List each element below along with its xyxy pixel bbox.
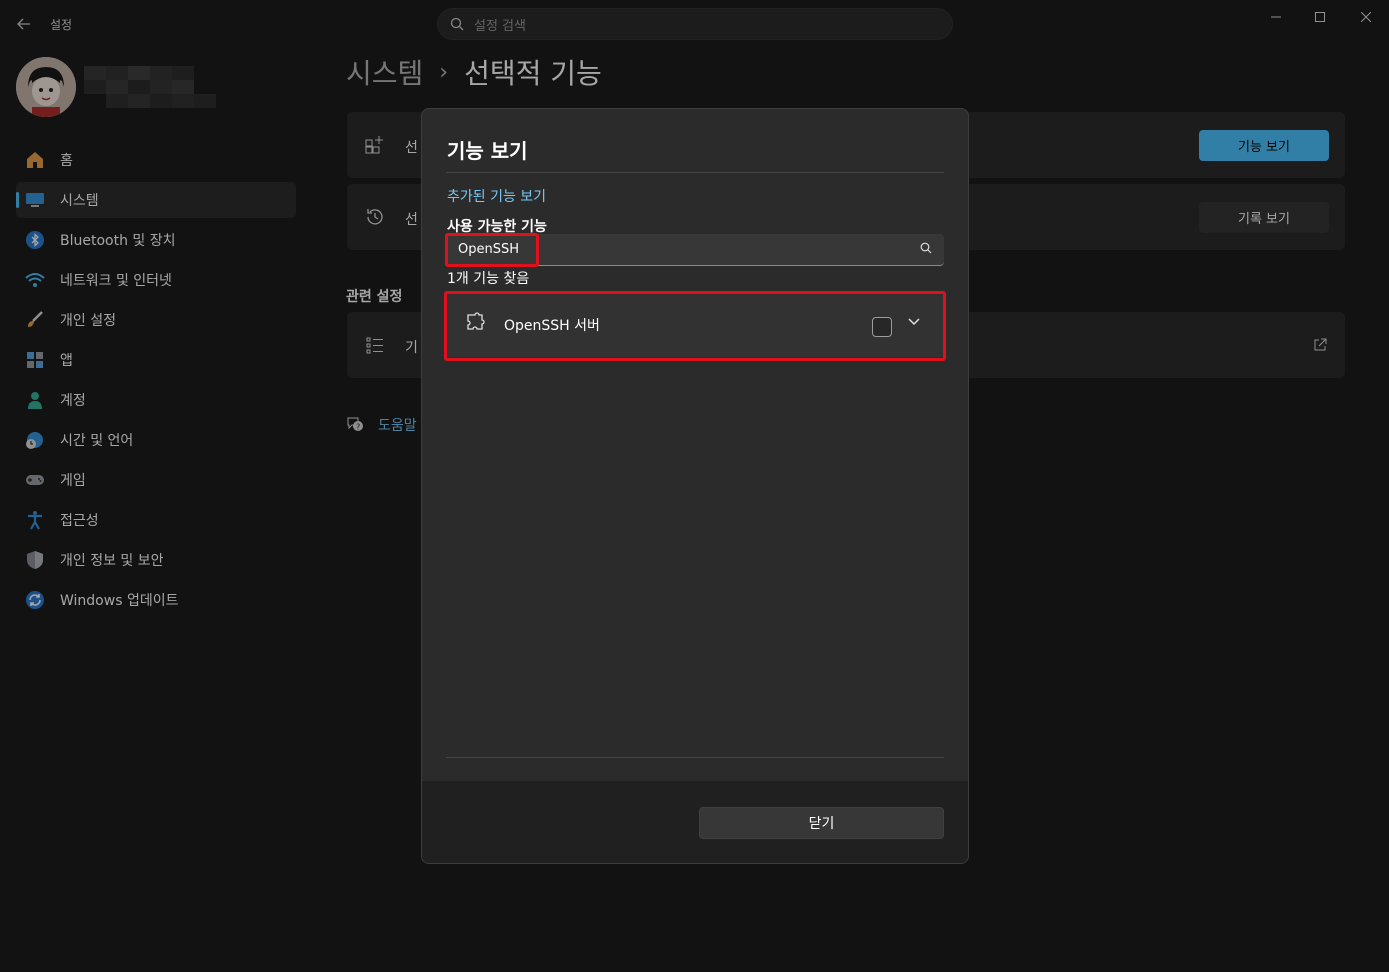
search-icon — [920, 242, 932, 258]
added-features-link[interactable]: 추가된 기능 보기 — [447, 186, 546, 206]
dialog-bottom-divider — [446, 757, 944, 758]
dialog-title: 기능 보기 — [447, 139, 528, 163]
feature-highlight-box — [444, 291, 946, 361]
view-features-dialog: 기능 보기 추가된 기능 보기 사용 가능한 기능 OpenSSH 1개 기능 … — [421, 108, 969, 864]
close-button[interactable]: 닫기 — [699, 807, 944, 839]
dialog-divider — [446, 172, 944, 173]
search-highlight-box — [445, 233, 539, 267]
result-count: 1개 기능 찾음 — [447, 271, 530, 287]
